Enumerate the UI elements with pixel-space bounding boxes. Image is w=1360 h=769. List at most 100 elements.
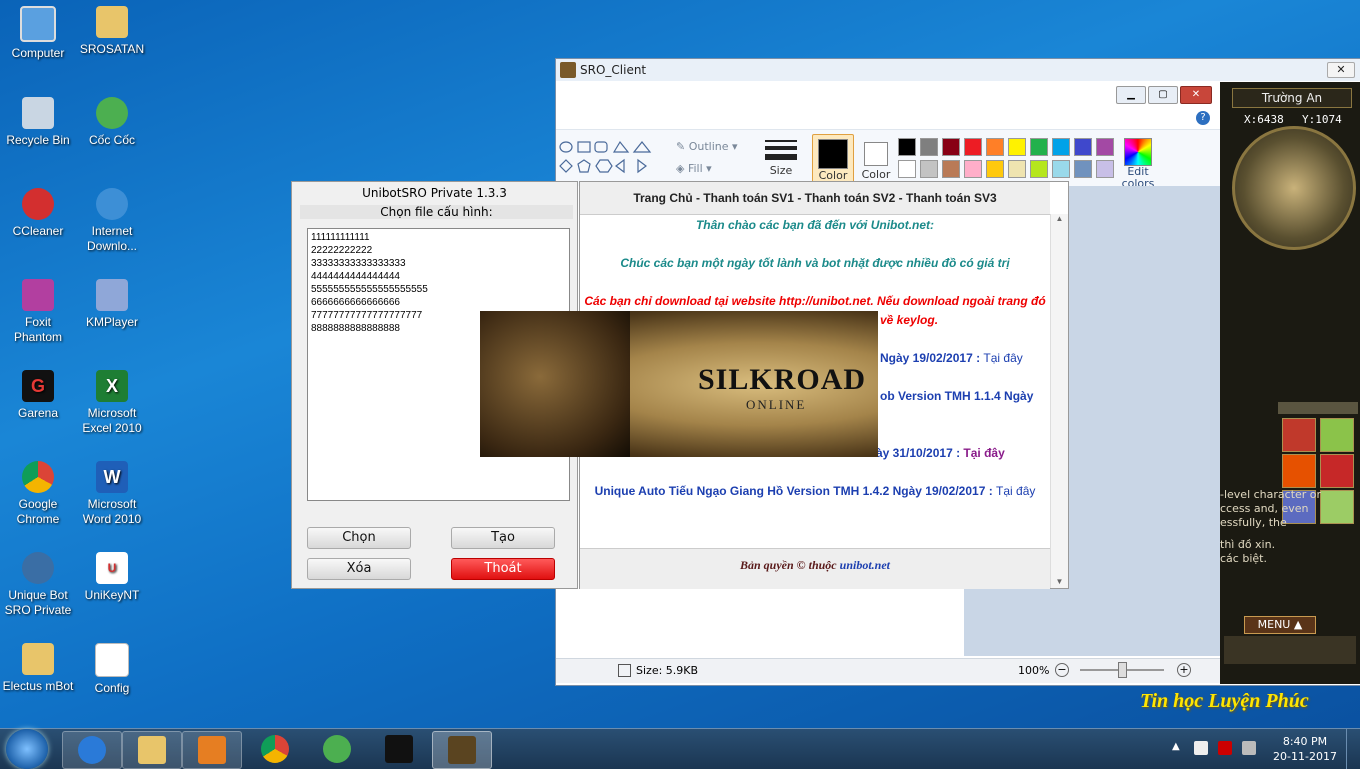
taskbar-media[interactable]: [182, 731, 242, 769]
palette-swatch[interactable]: [1052, 138, 1070, 156]
exit-button[interactable]: Thoát: [451, 558, 555, 580]
desktop-icon-idm[interactable]: Internet Downlo...: [74, 188, 150, 254]
desktop-icon-electus[interactable]: Electus mBot: [0, 643, 76, 694]
download-item-4: Unique Auto Tiếu Ngạo Giang Hồ Version T…: [594, 484, 1036, 498]
desktop-icon-chrome[interactable]: Google Chrome: [0, 461, 76, 527]
palette-swatch[interactable]: [942, 160, 960, 178]
outline-dropdown[interactable]: ✎ Outline ▾: [676, 140, 738, 153]
help-icon[interactable]: ?: [1196, 111, 1210, 125]
desktop-icon-foxit[interactable]: Foxit Phantom: [0, 279, 76, 345]
delete-button[interactable]: Xóa: [307, 558, 411, 580]
palette-swatch[interactable]: [898, 160, 916, 178]
download-link[interactable]: Tại đây: [996, 484, 1035, 498]
config-item[interactable]: 555555555555555555555: [311, 283, 566, 296]
zoom-in-icon[interactable]: +: [1177, 663, 1191, 677]
scroll-down-icon[interactable]: ▼: [1051, 577, 1068, 586]
palette-swatch[interactable]: [898, 138, 916, 156]
folder-icon: [138, 736, 166, 764]
palette-swatch[interactable]: [964, 138, 982, 156]
tray-app-icon[interactable]: [1194, 741, 1208, 755]
palette-swatch[interactable]: [1052, 160, 1070, 178]
palette-swatch[interactable]: [1074, 160, 1092, 178]
unikey-icon: U: [96, 552, 128, 584]
size-button[interactable]: Size: [763, 136, 799, 184]
footer-link[interactable]: unibot.net: [840, 558, 890, 572]
download-link[interactable]: Tại đây: [983, 351, 1022, 365]
palette-swatch[interactable]: [920, 160, 938, 178]
skill-slot[interactable]: [1282, 418, 1316, 452]
maximize-icon[interactable]: ▢: [1148, 86, 1178, 104]
skill-slot[interactable]: [1282, 454, 1316, 488]
download-link[interactable]: Tại đây: [963, 446, 1004, 460]
taskbar-sro-client[interactable]: [432, 731, 492, 769]
tray-arrow-icon[interactable]: ▲: [1172, 741, 1180, 752]
game-toolbar[interactable]: [1224, 636, 1356, 664]
network-icon[interactable]: [1242, 741, 1256, 755]
config-item[interactable]: 22222222222: [311, 244, 566, 257]
skill-slot[interactable]: [1320, 418, 1354, 452]
taskbar-garena[interactable]: [370, 731, 428, 767]
taskbar-ie[interactable]: [62, 731, 122, 769]
palette-swatch[interactable]: [1096, 138, 1114, 156]
palette-swatch[interactable]: [1008, 160, 1026, 178]
zoom-out-icon[interactable]: −: [1055, 663, 1069, 677]
color1-button[interactable]: Color: [812, 134, 854, 186]
config-item[interactable]: 4444444444444444: [311, 270, 566, 283]
minimize-icon[interactable]: ▁: [1116, 86, 1146, 104]
scroll-up-icon[interactable]: ▲: [1051, 214, 1068, 223]
palette-swatch[interactable]: [1030, 138, 1048, 156]
color2-button[interactable]: Color: [858, 134, 894, 184]
minimap[interactable]: [1232, 126, 1356, 250]
color-palette[interactable]: [898, 138, 1118, 180]
desktop-icon-uniquebot[interactable]: Unique Bot SRO Private: [0, 552, 76, 618]
desktop-icon-kmplayer[interactable]: KMPlayer: [74, 279, 150, 330]
palette-swatch[interactable]: [920, 138, 938, 156]
palette-swatch[interactable]: [1030, 160, 1048, 178]
config-item[interactable]: 111111111111: [311, 231, 566, 244]
edit-colors-button[interactable]: Edit colors: [1120, 138, 1156, 190]
content-nav[interactable]: Trang Chủ - Thanh toán SV1 - Thanh toán …: [580, 182, 1050, 215]
shapes-gallery[interactable]: [558, 138, 662, 178]
palette-swatch[interactable]: [1008, 138, 1026, 156]
config-item[interactable]: 6666666666666666: [311, 296, 566, 309]
start-button[interactable]: [6, 729, 48, 769]
recycle-bin-icon: [22, 97, 54, 129]
palette-swatch[interactable]: [986, 160, 1004, 178]
taskbar-coccoc[interactable]: [308, 731, 366, 767]
menu-button[interactable]: MENU ▲: [1244, 616, 1316, 634]
desktop-icon-computer[interactable]: Computer: [0, 6, 76, 61]
desktop-icon-config[interactable]: Config: [74, 643, 150, 696]
config-item[interactable]: 33333333333333333: [311, 257, 566, 270]
skill-slot[interactable]: [1320, 454, 1354, 488]
unibot-title: UnibotSRO Private 1.3.3: [362, 186, 507, 200]
volume-muted-icon[interactable]: [1218, 741, 1232, 755]
palette-swatch[interactable]: [942, 138, 960, 156]
desktop-icon-unikey[interactable]: U UniKeyNT: [74, 552, 150, 603]
silkroad-sub: ONLINE: [746, 397, 807, 412]
palette-swatch[interactable]: [986, 138, 1004, 156]
fill-dropdown[interactable]: ◈ Fill ▾: [676, 162, 712, 175]
clock[interactable]: 8:40 PM 20-11-2017: [1272, 734, 1338, 764]
show-desktop-button[interactable]: [1346, 729, 1360, 769]
taskbar-explorer[interactable]: [122, 731, 182, 769]
chrome-icon: [261, 735, 289, 763]
choose-button[interactable]: Chọn: [307, 527, 411, 549]
taskbar-chrome[interactable]: [246, 731, 304, 767]
desktop-icon-ccleaner[interactable]: CCleaner: [0, 188, 76, 239]
create-button[interactable]: Tạo: [451, 527, 555, 549]
scrollbar[interactable]: ▲ ▼: [1050, 214, 1068, 588]
location-label: Trường An: [1232, 88, 1352, 108]
kmplayer-icon: [96, 279, 128, 311]
desktop-icon-excel[interactable]: X Microsoft Excel 2010: [74, 370, 150, 436]
palette-swatch[interactable]: [1096, 160, 1114, 178]
desktop-icon-srosatan[interactable]: SROSATAN: [74, 6, 150, 57]
close-icon[interactable]: ✕: [1327, 62, 1355, 78]
palette-swatch[interactable]: [1074, 138, 1092, 156]
desktop-icon-coccoc[interactable]: Cốc Cốc: [74, 97, 150, 148]
close-icon[interactable]: ✕: [1180, 86, 1212, 104]
desktop-icon-garena[interactable]: G Garena: [0, 370, 76, 421]
palette-swatch[interactable]: [964, 160, 982, 178]
desktop-icon-recycle-bin[interactable]: Recycle Bin: [0, 97, 76, 148]
zoom-thumb[interactable]: [1118, 662, 1127, 678]
desktop-icon-word[interactable]: W Microsoft Word 2010: [74, 461, 150, 527]
